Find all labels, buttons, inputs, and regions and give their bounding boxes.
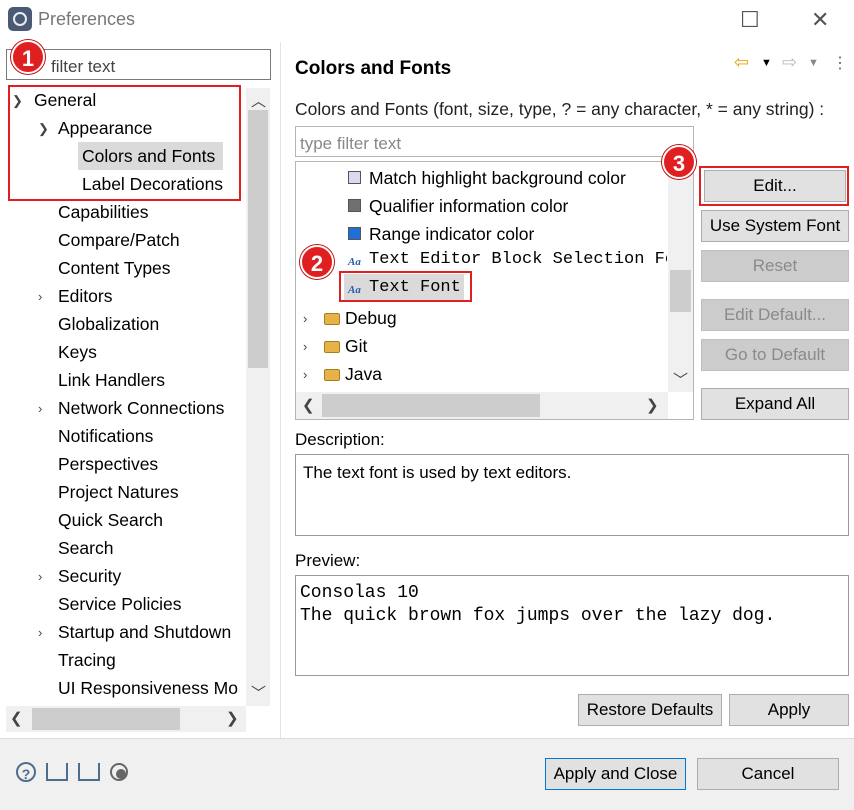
annotation-badge-2: 2 [300,245,334,279]
restore-defaults-button[interactable]: Restore Defaults [578,694,722,726]
colors-filter-placeholder: type filter text [300,134,402,153]
color-swatch-icon [348,227,361,240]
folder-icon [324,369,340,381]
font-icon: Aa [348,256,361,268]
scroll-left-arrow-icon[interactable]: ❮ [302,396,315,414]
edit-default-button[interactable]: Edit Default... [701,299,849,331]
view-menu-icon[interactable]: ⋮ [832,53,848,73]
chevron-right-icon[interactable]: › [38,569,42,584]
cancel-button[interactable]: Cancel [697,758,839,790]
preview-label: Preview: [295,551,361,570]
forward-dropdown-icon[interactable]: ▼ [808,57,819,69]
filter-placeholder: filter text [51,57,116,76]
tree-item-compare-patch[interactable]: Compare/Patch [58,230,180,251]
tree-item-tracing[interactable]: Tracing [58,650,116,671]
chevron-right-icon[interactable]: › [303,367,307,382]
chevron-right-icon[interactable]: › [38,625,42,640]
list-horizontal-scroll-thumb[interactable] [322,394,540,417]
list-item-range-indicator[interactable]: Range indicator color [369,224,534,245]
title-bar: Preferences ☐ ✕ [0,0,854,42]
apply-button[interactable]: Apply [729,694,849,726]
folder-icon [324,341,340,353]
list-vertical-scroll-thumb[interactable] [670,270,691,312]
help-icon[interactable]: ? [16,762,36,782]
tree-filter-input[interactable]: filter text [6,49,271,80]
preview-sample-text: The quick brown fox jumps over the lazy … [300,606,776,626]
chevron-right-icon[interactable]: › [303,339,307,354]
forward-arrow-icon[interactable]: ⇨ [782,52,797,73]
list-item-java[interactable]: Java [345,364,382,385]
record-dot-icon [116,769,126,779]
window-title: Preferences [38,9,136,29]
export-icon[interactable] [78,763,100,781]
tree-item-service-policies[interactable]: Service Policies [58,594,182,615]
chevron-right-icon[interactable]: › [38,401,42,416]
chevron-right-icon[interactable]: › [303,311,307,326]
list-item-debug[interactable]: Debug [345,308,397,329]
eclipse-app-icon [8,7,32,31]
expand-all-button[interactable]: Expand All [701,388,849,420]
scroll-left-arrow-icon[interactable]: ❮ [10,709,23,727]
annotation-box-2 [339,271,472,302]
tree-vertical-scroll-thumb[interactable] [248,110,268,368]
chevron-right-icon[interactable]: › [38,289,42,304]
tree-item-network-connections[interactable]: Network Connections [58,398,224,419]
scroll-right-arrow-icon[interactable]: ❯ [226,709,239,727]
preview-font-name: Consolas 10 [300,583,419,603]
tree-item-ui-responsiveness[interactable]: UI Responsiveness Mo [58,678,246,699]
description-label: Description: [295,430,385,449]
use-system-font-button[interactable]: Use System Font [701,210,849,242]
back-arrow-icon[interactable]: ⇦ [734,52,749,73]
description-text: The text font is used by text editors. [303,463,572,482]
tree-item-search[interactable]: Search [58,538,113,559]
scroll-down-arrow-icon[interactable]: ﹀ [251,682,266,703]
tree-item-content-types[interactable]: Content Types [58,258,171,279]
annotation-badge-3: 3 [662,145,696,179]
folder-icon [324,313,340,325]
tree-item-startup-and-shutdown[interactable]: Startup and Shutdown [58,622,231,643]
scroll-right-arrow-icon[interactable]: ❯ [646,396,659,414]
list-item-block-selection-font[interactable]: Text Editor Block Selection Fo [369,250,667,269]
tree-item-keys[interactable]: Keys [58,342,97,363]
tree-item-perspectives[interactable]: Perspectives [58,454,158,475]
tree-item-editors[interactable]: Editors [58,286,112,307]
import-icon[interactable] [46,763,68,781]
annotation-box-1 [8,85,241,201]
apply-and-close-button[interactable]: Apply and Close [545,758,686,790]
tree-item-capabilities[interactable]: Capabilities [58,202,148,223]
tree-item-link-handlers[interactable]: Link Handlers [58,370,165,391]
tree-item-notifications[interactable]: Notifications [58,426,153,447]
go-to-default-button[interactable]: Go to Default [701,339,849,371]
tree-item-security[interactable]: Security [58,566,121,587]
colors-fonts-description: Colors and Fonts (font, size, type, ? = … [295,99,825,119]
close-icon[interactable]: ✕ [811,7,829,33]
tree-item-project-natures[interactable]: Project Natures [58,482,179,503]
annotation-box-3 [699,166,849,206]
reset-button[interactable]: Reset [701,250,849,282]
page-title: Colors and Fonts [295,58,452,79]
color-swatch-icon [348,199,361,212]
colors-filter-input[interactable]: type filter text [295,126,694,157]
list-item-match-highlight[interactable]: Match highlight background color [369,168,626,189]
maximize-icon[interactable]: ☐ [740,7,760,33]
back-dropdown-icon[interactable]: ▼ [761,57,772,69]
list-item-git[interactable]: Git [345,336,367,357]
annotation-badge-1: 1 [11,40,45,74]
tree-item-quick-search[interactable]: Quick Search [58,510,163,531]
list-item-qualifier-info[interactable]: Qualifier information color [369,196,568,217]
scroll-up-arrow-icon[interactable]: ︿ [251,90,266,111]
tree-horizontal-scroll-thumb[interactable] [32,708,180,730]
color-swatch-icon [348,171,361,184]
scroll-down-arrow-icon[interactable]: ﹀ [673,369,688,390]
tree-item-globalization[interactable]: Globalization [58,314,159,335]
